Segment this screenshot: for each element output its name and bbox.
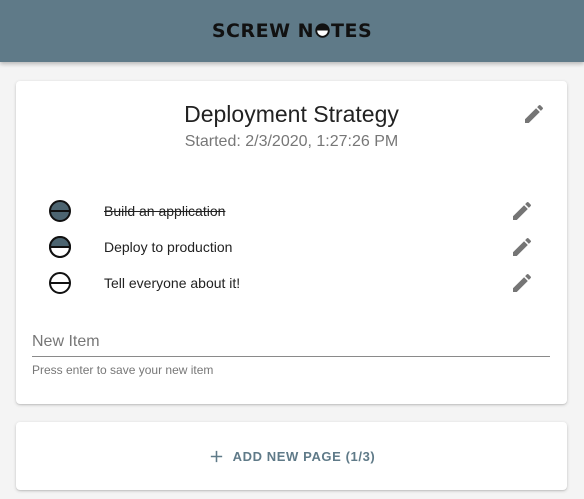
empty-circle-icon[interactable] (48, 271, 72, 295)
full-circle-icon[interactable] (48, 199, 72, 223)
todo-item-label: Build an application (104, 203, 226, 219)
note-title: Deployment Strategy (184, 101, 399, 127)
add-new-page-button[interactable]: ADD NEW PAGE (1/3) (16, 422, 567, 490)
edit-item-pencil-icon[interactable] (510, 271, 534, 295)
todo-item-label: Tell everyone about it! (104, 275, 241, 291)
half-circle-icon[interactable] (48, 235, 72, 259)
edit-item-pencil-icon[interactable] (510, 199, 534, 223)
logo-text-right: TES (331, 19, 373, 42)
todo-item: Deploy to production (16, 229, 567, 265)
logo-o-icon (315, 23, 330, 38)
note-card: Deployment Strategy Started: 2/3/2020, 1… (16, 81, 567, 404)
new-item-hint: Press enter to save your new item (32, 363, 214, 377)
add-new-page-label-group: ADD NEW PAGE (1/3) (208, 448, 376, 465)
todo-item: Tell everyone about it! (16, 265, 567, 301)
todo-list: Build an application Deploy to productio… (16, 193, 567, 301)
edit-title-pencil-icon[interactable] (522, 102, 546, 126)
new-item-field (32, 327, 550, 357)
add-new-page-label: ADD NEW PAGE (1/3) (232, 448, 376, 464)
app-logo: SCREW N TES (212, 20, 372, 42)
new-item-input[interactable] (32, 327, 550, 357)
app-header: SCREW N TES (0, 0, 584, 62)
todo-item: Build an application (16, 193, 567, 229)
plus-icon (210, 450, 222, 462)
logo-text-left: SCREW N (211, 19, 315, 42)
todo-item-label: Deploy to production (104, 239, 233, 255)
edit-item-pencil-icon[interactable] (510, 235, 534, 259)
note-started-time: Started: 2/3/2020, 1:27:26 PM (184, 133, 399, 150)
